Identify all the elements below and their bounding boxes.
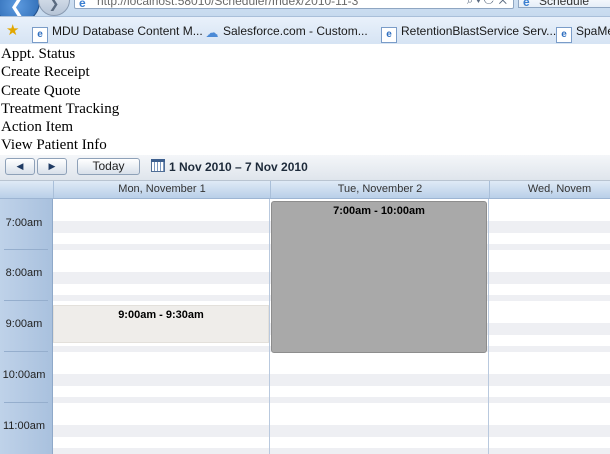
- day-header-row: Mon, November 1 Tue, November 2 Wed, Nov…: [0, 181, 610, 199]
- time-gutter: 7:00am 8:00am 9:00am 10:00am 11:00am: [0, 199, 53, 454]
- browser-tab-schedule[interactable]: e Schedule: [518, 0, 610, 9]
- day-column-divider: [488, 199, 489, 454]
- refresh-icon[interactable]: ⌕ ▾ ⟳ ✕: [467, 0, 507, 8]
- day-header-wed: Wed, Novem: [489, 181, 610, 198]
- menu-item-treatment-tracking[interactable]: Treatment Tracking: [1, 100, 119, 118]
- prev-week-button[interactable]: ◀: [5, 158, 35, 175]
- ie-page-icon: e: [32, 27, 48, 43]
- action-menu: Appt. Status Create Receipt Create Quote…: [1, 45, 119, 155]
- favorites-bar: ★ e MDU Database Content M... ☁ Salesforce…: [0, 16, 610, 44]
- menu-item-appt-status[interactable]: Appt. Status: [1, 45, 119, 63]
- arrow-right-icon: ▶: [48, 162, 56, 172]
- back-arrow-icon: ❮: [9, 0, 25, 17]
- forward-button[interactable]: ❯: [38, 0, 70, 16]
- next-week-button[interactable]: ▶: [37, 158, 67, 175]
- appointment-time: 7:00am - 10:00am: [333, 205, 425, 217]
- favorite-link[interactable]: e SpaMe: [556, 23, 610, 43]
- address-text: http://localhost:58010/Scheduler/Index/2…: [97, 0, 359, 8]
- time-label: 10:00am: [2, 369, 46, 381]
- favorite-label: Salesforce.com - Custom...: [223, 24, 368, 38]
- favorite-link[interactable]: e RetentionBlastService Serv...: [381, 23, 557, 43]
- browser-chrome: ❮ ❯ e http://localhost:58010/Scheduler/I…: [0, 0, 610, 44]
- hour-divider: [4, 351, 48, 352]
- address-bar[interactable]: e http://localhost:58010/Scheduler/Index…: [74, 0, 514, 9]
- menu-item-action-item[interactable]: Action Item: [1, 118, 119, 136]
- hour-divider: [4, 300, 48, 301]
- time-slot[interactable]: [53, 374, 610, 386]
- appointment-time: 9:00am - 9:30am: [118, 309, 204, 321]
- time-label: 9:00am: [5, 318, 43, 330]
- date-range-label[interactable]: 1 Nov 2010 – 7 Nov 2010: [169, 160, 308, 174]
- cloud-icon: ☁: [205, 25, 219, 40]
- ie-page-icon: e: [381, 27, 397, 43]
- menu-item-create-quote[interactable]: Create Quote: [1, 82, 119, 100]
- ie-page-icon: e: [523, 0, 530, 9]
- day-header-tue: Tue, November 2: [270, 181, 489, 198]
- favorite-link[interactable]: ☁ Salesforce.com - Custom...: [205, 23, 368, 40]
- time-label: 7:00am: [5, 217, 43, 229]
- time-label: 8:00am: [5, 267, 43, 279]
- day-column-divider: [269, 199, 270, 454]
- menu-item-create-receipt[interactable]: Create Receipt: [1, 63, 119, 81]
- forward-arrow-icon: ❯: [48, 0, 60, 12]
- today-button[interactable]: Today: [77, 158, 140, 175]
- ie-page-icon: e: [79, 0, 86, 9]
- time-slot[interactable]: [53, 397, 610, 403]
- time-label: 11:00am: [3, 420, 45, 432]
- menu-item-view-patient-info[interactable]: View Patient Info: [1, 136, 119, 154]
- favorite-label: RetentionBlastService Serv...: [401, 24, 557, 38]
- favorite-link[interactable]: e MDU Database Content M...: [32, 23, 203, 43]
- day-header-mon: Mon, November 1: [53, 181, 270, 198]
- scheduler-toolbar: ◀ ▶ Today 1 Nov 2010 – 7 Nov 2010: [0, 155, 610, 181]
- hour-divider: [4, 402, 48, 403]
- week-calendar: Mon, November 1 Tue, November 2 Wed, Nov…: [0, 181, 610, 454]
- time-slot[interactable]: [53, 448, 610, 454]
- appointment-block[interactable]: 7:00am - 10:00am: [271, 201, 487, 353]
- calendar-icon[interactable]: [151, 159, 165, 172]
- appointment-block[interactable]: 9:00am - 9:30am: [53, 305, 269, 343]
- ie-page-icon: e: [556, 27, 572, 43]
- favorite-label: SpaMe: [576, 24, 610, 38]
- favorite-label: MDU Database Content M...: [52, 24, 203, 38]
- favorites-star-icon[interactable]: ★: [6, 22, 24, 40]
- arrow-left-icon: ◀: [16, 162, 24, 172]
- time-slot[interactable]: [53, 425, 610, 437]
- tab-title: Schedule: [539, 0, 590, 8]
- time-grid[interactable]: 9:00am - 9:30am 7:00am - 10:00am: [53, 199, 610, 454]
- hour-divider: [4, 249, 48, 250]
